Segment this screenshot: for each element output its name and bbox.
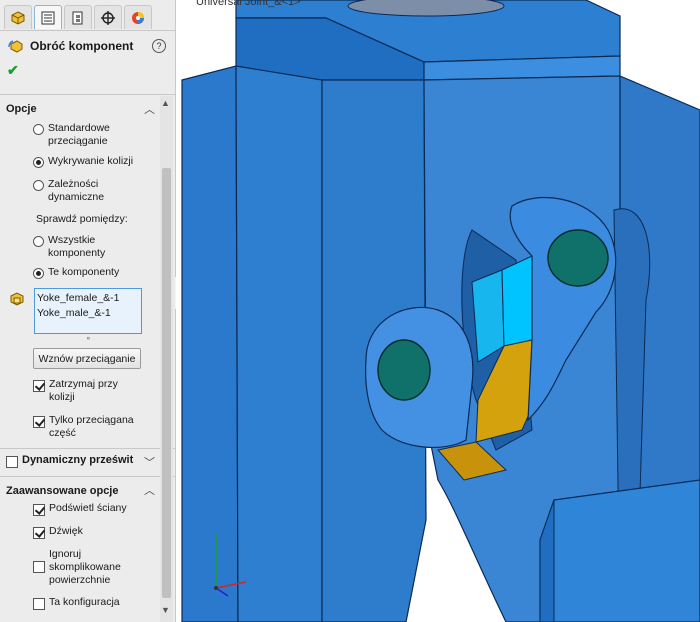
list-item[interactable]: Yoke_male_&-1 xyxy=(37,306,139,321)
page-title: Obróć komponent xyxy=(30,39,134,53)
radio-collision-detection[interactable]: Wykrywanie kolizji xyxy=(33,155,151,168)
radio-all-components[interactable]: Wszystkie komponenty xyxy=(33,234,133,260)
resize-handle[interactable]: ⚬ xyxy=(85,334,92,343)
chevron-down-icon[interactable]: ﹀ xyxy=(144,454,155,470)
property-manager-icon xyxy=(41,11,55,24)
feature-manager-icon xyxy=(11,10,25,25)
checkbox[interactable] xyxy=(6,456,18,468)
checkbox-sound[interactable]: Dźwięk xyxy=(33,525,151,539)
rotate-component-icon xyxy=(8,38,24,57)
checkbox[interactable] xyxy=(33,380,45,392)
checkbox[interactable] xyxy=(33,416,45,428)
divider xyxy=(0,94,175,95)
ok-button[interactable]: ✔ xyxy=(7,62,19,79)
components-icon xyxy=(9,291,25,310)
check-between-label: Sprawdź pomiędzy: xyxy=(36,213,128,225)
radio-button[interactable] xyxy=(33,124,44,135)
checkbox-dragged-part-only[interactable]: Tylko przeciągana część xyxy=(33,414,151,440)
section-title-advanced: Zaawansowane opcje xyxy=(6,485,119,497)
scroll-down-arrow[interactable]: ▼ xyxy=(161,605,170,615)
display-manager-icon xyxy=(132,11,144,24)
checkbox[interactable] xyxy=(33,527,45,539)
graphics-area[interactable]: Universal Joint_&<1> xyxy=(176,0,700,622)
help-icon[interactable]: ? xyxy=(152,39,166,53)
checkbox-ignore-complex[interactable]: Ignoruj skomplikowane powierzchnie xyxy=(33,548,151,587)
tab-display-manager[interactable] xyxy=(124,5,152,29)
scrollbar-thumb[interactable] xyxy=(162,168,171,598)
checkbox-dynamic-clearance[interactable]: Dynamiczny prześwit xyxy=(6,454,133,468)
radio-these-components[interactable]: Te komponenty xyxy=(33,266,151,279)
radio-button[interactable] xyxy=(33,268,44,279)
resume-drag-button[interactable]: Wznów przeciąganie xyxy=(33,348,141,369)
radio-standard-drag[interactable]: Standardowe przeciąganie xyxy=(33,122,151,148)
checkbox-stop-on-collision[interactable]: Zatrzymaj przy kolizji xyxy=(33,378,151,404)
divider xyxy=(0,476,175,477)
section-title-options: Opcje xyxy=(6,103,37,115)
tab-property-manager[interactable] xyxy=(34,5,62,29)
chevron-up-icon[interactable]: ︿ xyxy=(144,482,155,498)
checkbox-highlight-faces[interactable]: Podświetl ściany xyxy=(33,502,151,516)
radio-button[interactable] xyxy=(33,180,44,191)
property-manager-panel: Obróć komponent ? ✔ Opcje ︿ Standardowe … xyxy=(0,0,176,622)
scroll-up-arrow[interactable]: ▲ xyxy=(161,98,170,108)
chevron-up-icon[interactable]: ︿ xyxy=(144,101,155,117)
divider xyxy=(0,448,175,449)
manager-tabs xyxy=(0,0,175,31)
checkbox[interactable] xyxy=(33,504,45,516)
tab-feature-manager[interactable] xyxy=(4,5,32,29)
checkbox[interactable] xyxy=(33,561,45,573)
list-item[interactable]: Yoke_female_&-1 xyxy=(37,291,139,306)
configuration-manager-icon xyxy=(72,11,83,24)
radio-button[interactable] xyxy=(33,157,44,168)
radio-physical-dynamics[interactable]: Zależności dynamiczne xyxy=(33,178,133,204)
radio-button[interactable] xyxy=(33,236,44,247)
model-title: Universal Joint_&<1> xyxy=(196,0,301,8)
checkbox[interactable] xyxy=(33,598,45,610)
checkbox-this-config[interactable]: Ta konfiguracja xyxy=(33,596,151,610)
tab-dimxpert[interactable] xyxy=(94,5,122,29)
tab-configuration-manager[interactable] xyxy=(64,5,92,29)
dimxpert-icon xyxy=(101,10,115,25)
model-view xyxy=(181,0,700,622)
components-list[interactable]: Yoke_female_&-1 Yoke_male_&-1 xyxy=(34,288,142,334)
